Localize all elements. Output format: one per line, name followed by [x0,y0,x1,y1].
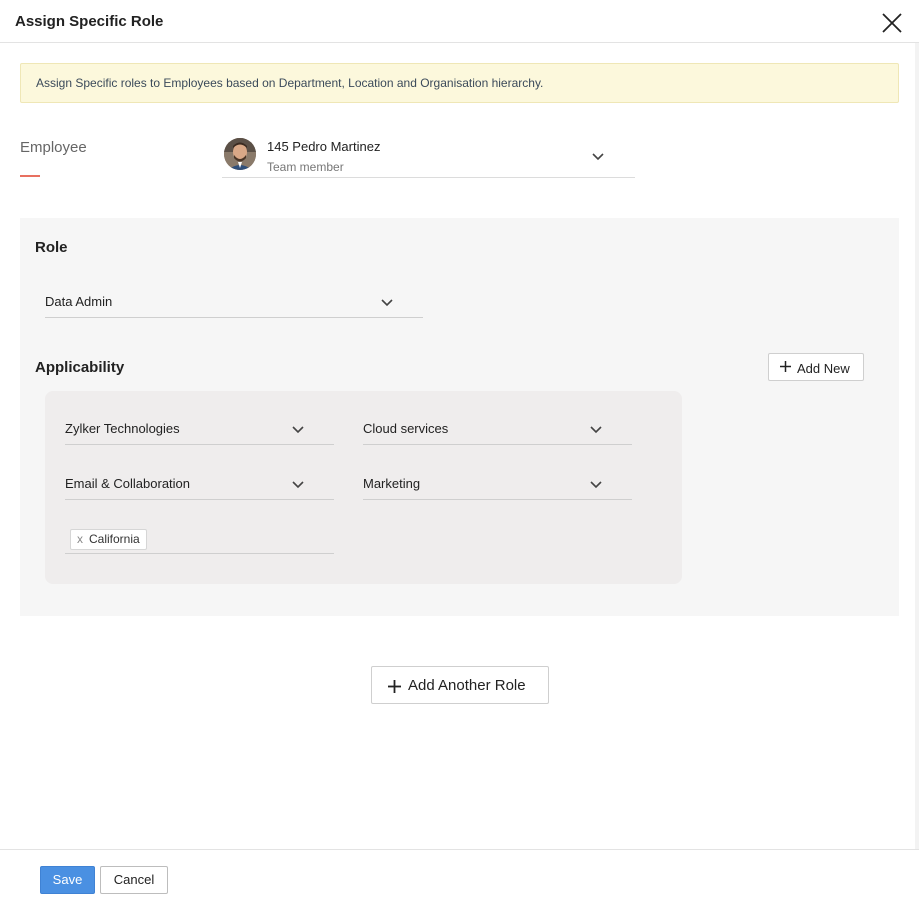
chevron-down-icon [381,299,393,307]
employee-select[interactable]: 145 Pedro Martinez Team member [222,133,635,178]
role-select-value: Data Admin [45,294,113,309]
employee-required-marker [20,175,40,177]
dialog-footer: Save Cancel [0,849,919,902]
department-value: Email & Collaboration [65,476,191,491]
location-chip: x California [70,529,147,550]
chevron-down-icon [292,426,304,434]
cancel-button[interactable]: Cancel [100,866,168,894]
add-another-role-button[interactable]: Add Another Role [371,666,549,704]
add-new-label: Add New [797,361,850,376]
add-another-role-label: Add Another Role [408,677,526,694]
scrollbar-track[interactable] [915,43,919,849]
applicability-box: Zylker Technologies Cloud services Email… [45,391,682,584]
remove-chip-icon[interactable]: x [77,530,83,549]
info-banner-text: Assign Specific roles to Employees based… [36,76,544,90]
chevron-down-icon [590,426,602,434]
avatar [224,138,256,170]
dialog-title: Assign Specific Role [15,13,164,30]
business-unit-select[interactable]: Cloud services [363,415,632,445]
role-title: Role [35,239,68,256]
division-value: Marketing [363,476,421,491]
department-select[interactable]: Email & Collaboration [65,470,334,500]
organization-value: Zylker Technologies [65,421,180,436]
business-unit-value: Cloud services [363,421,449,436]
plus-icon [388,680,401,693]
role-select[interactable]: Data Admin [45,288,423,318]
chevron-down-icon [292,481,304,489]
location-chip-label: California [89,532,140,546]
role-panel: Role Data Admin Applicability Add New Zy… [20,218,899,616]
applicability-title: Applicability [35,359,125,376]
division-select[interactable]: Marketing [363,470,632,500]
employee-label: Employee [20,139,87,156]
close-icon[interactable] [880,11,904,35]
employee-role-subtitle: Team member [267,160,344,174]
location-tag-input[interactable]: x California [65,527,334,554]
plus-icon [780,361,791,372]
chevron-down-icon [592,153,604,161]
info-banner: Assign Specific roles to Employees based… [20,63,899,103]
dialog-header: Assign Specific Role [0,0,919,43]
save-button[interactable]: Save [40,866,95,894]
add-new-button[interactable]: Add New [768,353,864,381]
chevron-down-icon [590,481,602,489]
employee-name: 145 Pedro Martinez [267,139,381,154]
organization-select[interactable]: Zylker Technologies [65,415,334,445]
avatar-image [224,138,256,170]
close-icon-glyph [882,13,902,33]
